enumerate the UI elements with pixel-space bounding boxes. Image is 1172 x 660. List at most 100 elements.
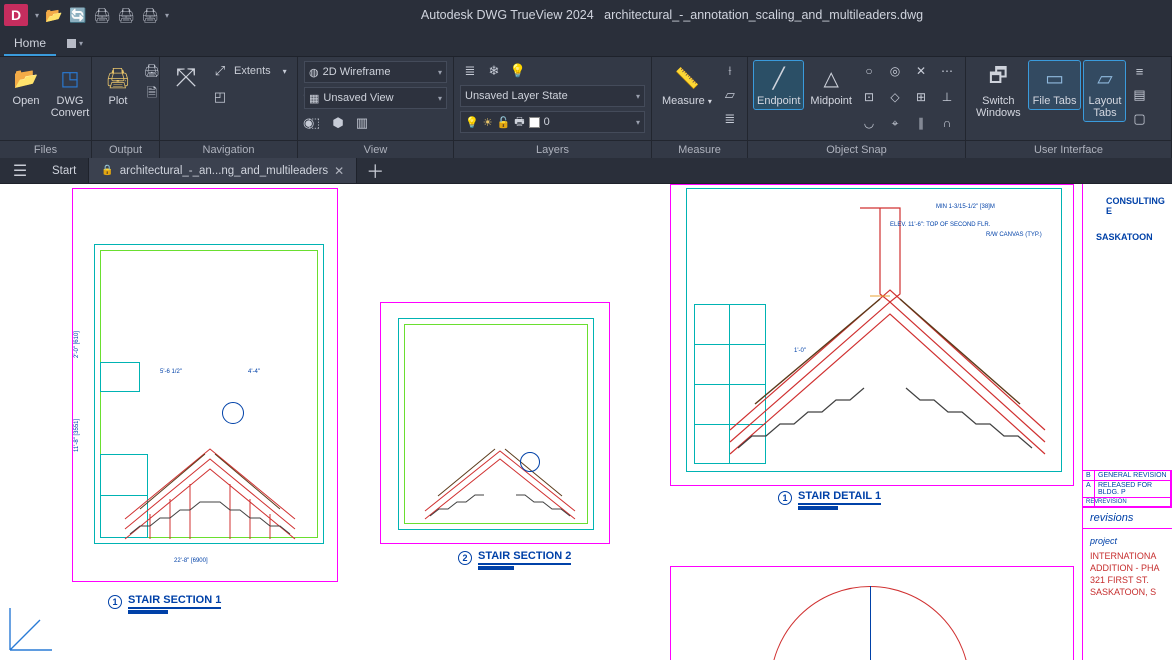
view-manager-icon[interactable]: ⬢ (328, 113, 348, 133)
view-cube-icon[interactable]: ⬚ (304, 113, 324, 133)
dwg-convert-icon: ◳ (55, 63, 85, 93)
stair-graphic-3 (720, 204, 1050, 464)
panel-flyout-icon[interactable]: ▾ (60, 30, 90, 56)
batch-plot-icon[interactable]: 🖨 (142, 61, 162, 81)
current-layer-dropdown[interactable]: 💡 ☀ 🔓 🖶 0▾ (460, 111, 645, 133)
qat-more-icon[interactable]: ▾ (162, 11, 172, 20)
zoom-window-icon[interactable]: ◰ (210, 87, 230, 107)
extents-label[interactable]: Extents (234, 65, 271, 77)
navbar-icon: ⤧ (171, 63, 201, 93)
menu-bar: Home ▾ (0, 30, 1172, 56)
layout-tabs-icon: ▱ (1090, 63, 1120, 93)
open-button[interactable]: 📂 Open (6, 61, 46, 109)
view-title-1: 1 STAIR SECTION 1 (108, 594, 221, 609)
snap-tangent-icon[interactable]: ◡ (859, 113, 879, 133)
plot-button[interactable]: 🖨 Plot (98, 61, 138, 109)
layout-tabs-button[interactable]: ▱ Layout Tabs (1084, 61, 1125, 121)
statusbar-icon[interactable]: ▤ (1129, 85, 1149, 105)
panel-title-ui: User Interface (966, 140, 1171, 158)
snap-geocenter-icon[interactable]: ◎ (885, 61, 905, 81)
lock-open-icon: 🔓 (497, 116, 511, 129)
endpoint-button[interactable]: ╱ Endpoint (754, 61, 803, 109)
snap-node-icon[interactable]: ⊡ (859, 87, 879, 107)
tab-home[interactable]: Home (0, 30, 60, 56)
app-icon: D (4, 4, 28, 26)
layer-state-dropdown[interactable]: Unsaved Layer State▾ (460, 85, 645, 107)
stair-graphic-1 (120, 394, 300, 544)
panel-title-osnap: Object Snap (748, 140, 965, 158)
endpoint-icon: ╱ (764, 63, 794, 93)
stair-graphic-2 (420, 404, 580, 524)
navbar-button[interactable]: ⤧ (166, 61, 206, 95)
file-tabs-button[interactable]: ▭ File Tabs (1029, 61, 1081, 109)
toolbar-icon[interactable]: ≡ (1129, 61, 1149, 81)
hamburger-icon[interactable]: ☰ (0, 158, 40, 183)
clean-screen-icon[interactable]: ▢ (1129, 109, 1149, 129)
sun-icon: ☀ (483, 116, 493, 129)
document-tab-strip: ☰ Start 🔒 architectural_-_an...ng_and_mu… (0, 158, 1172, 184)
file-tabs-icon: ▭ (1040, 63, 1070, 93)
snap-center-icon[interactable]: ○ (859, 61, 879, 81)
measure-button[interactable]: 📏 Measure ▾ (658, 61, 716, 110)
switch-windows-button[interactable]: 🗗 Switch Windows (972, 61, 1025, 121)
snap-perp-icon[interactable]: ⊥ (937, 87, 957, 107)
printer-icon: 🖨 (103, 63, 133, 93)
revisions-table: BGENERAL REVISION ARELEASED FOR BLDG. P … (1082, 470, 1172, 508)
saved-view-icon: ▦ (309, 92, 319, 105)
page-setup-icon[interactable]: 🗎 (142, 85, 162, 105)
list-icon[interactable]: ≣ (720, 109, 740, 129)
close-tab-icon[interactable]: ✕ (334, 164, 344, 178)
open-icon[interactable]: 📂 (42, 3, 66, 27)
midpoint-icon: △ (816, 63, 846, 93)
snap-intersection-icon[interactable]: ✕ (911, 61, 931, 81)
refresh-dwg-icon[interactable]: 🔄 (66, 3, 90, 27)
panel-title-files: Files (0, 140, 91, 158)
quick-measure-icon[interactable]: ⟊ (720, 61, 740, 81)
panel-title-view: View (298, 140, 453, 158)
snap-parallel-icon[interactable]: ∥ (911, 113, 931, 133)
drawing-canvas[interactable]: 5'-6 1/2" 4'-4" 22'-8" [6900] 11'-8" [35… (0, 184, 1172, 660)
tab-document-label: architectural_-_an...ng_and_multileaders (120, 165, 328, 177)
snap-extension-icon[interactable]: ⋯ (937, 61, 957, 81)
layer-states-icon[interactable]: ≣ (460, 61, 480, 81)
plot-icon: 🖶 (514, 113, 524, 132)
ucs-icon (6, 598, 62, 654)
area-measure-icon[interactable]: ▱ (720, 85, 740, 105)
saved-view-dropdown[interactable]: ▦ Unsaved View▾ (304, 87, 447, 109)
extents-dropdown-icon[interactable]: ▾ (275, 61, 295, 81)
window-title: Autodesk DWG TrueView 2024 architectural… (172, 8, 1172, 22)
panel-title-output: Output (92, 140, 159, 158)
osnap-grid: ○ ◎ ✕ ⋯ ⊡ ◇ ⊞ ⊥ ◡ ⌖ ∥ ∩ (859, 61, 959, 135)
new-tab-icon[interactable]: ＋ (357, 158, 393, 183)
folder-open-icon: 📂 (11, 63, 41, 93)
snap-nearest-icon[interactable]: ⌖ (885, 113, 905, 133)
print-icon[interactable]: 🖨 (90, 3, 114, 27)
dwg-convert-button[interactable]: ◳ DWG Convert (50, 61, 90, 121)
layer-color-swatch (529, 117, 540, 128)
midpoint-button[interactable]: △ Midpoint (807, 61, 855, 109)
layer-off-icon[interactable]: 💡 (508, 61, 528, 81)
tab-start[interactable]: Start (40, 158, 89, 183)
panel-title-measure: Measure (652, 140, 747, 158)
layer-freeze-icon[interactable]: ❄ (484, 61, 504, 81)
panel-title-navigation: Navigation (160, 140, 297, 158)
qat-dropdown-icon[interactable]: ▾ (32, 11, 42, 20)
detail-callout-1 (222, 402, 244, 424)
panel-title-layers: Layers (454, 140, 651, 158)
ribbon: 📂 Open ◳ DWG Convert Files 🖨 Plot 🖨 🗎 Ou… (0, 56, 1172, 158)
snap-none-icon[interactable]: ∩ (937, 113, 957, 133)
visual-style-dropdown[interactable]: ◍ 2D Wireframe▾ (304, 61, 447, 83)
tab-document[interactable]: 🔒 architectural_-_an...ng_and_multileade… (89, 158, 357, 183)
visual-style-icon: ◍ (309, 66, 319, 79)
lock-icon: 🔒 (101, 165, 113, 176)
snap-insert-icon[interactable]: ⊞ (911, 87, 931, 107)
batch-plot-icon[interactable]: 🖨 (138, 3, 162, 27)
measure-icon: 📏 (672, 63, 702, 93)
snap-quadrant-icon[interactable]: ◇ (885, 87, 905, 107)
view-title-2: 2 STAIR SECTION 2 (458, 550, 571, 565)
extents-icon[interactable]: ⤢ (210, 61, 230, 81)
view-title-3: 1 STAIR DETAIL 1 (778, 490, 881, 505)
light-on-icon: 💡 (465, 116, 479, 129)
print-preview-icon[interactable]: 🖨 (114, 3, 138, 27)
named-views-icon[interactable]: ▥ (352, 113, 372, 133)
